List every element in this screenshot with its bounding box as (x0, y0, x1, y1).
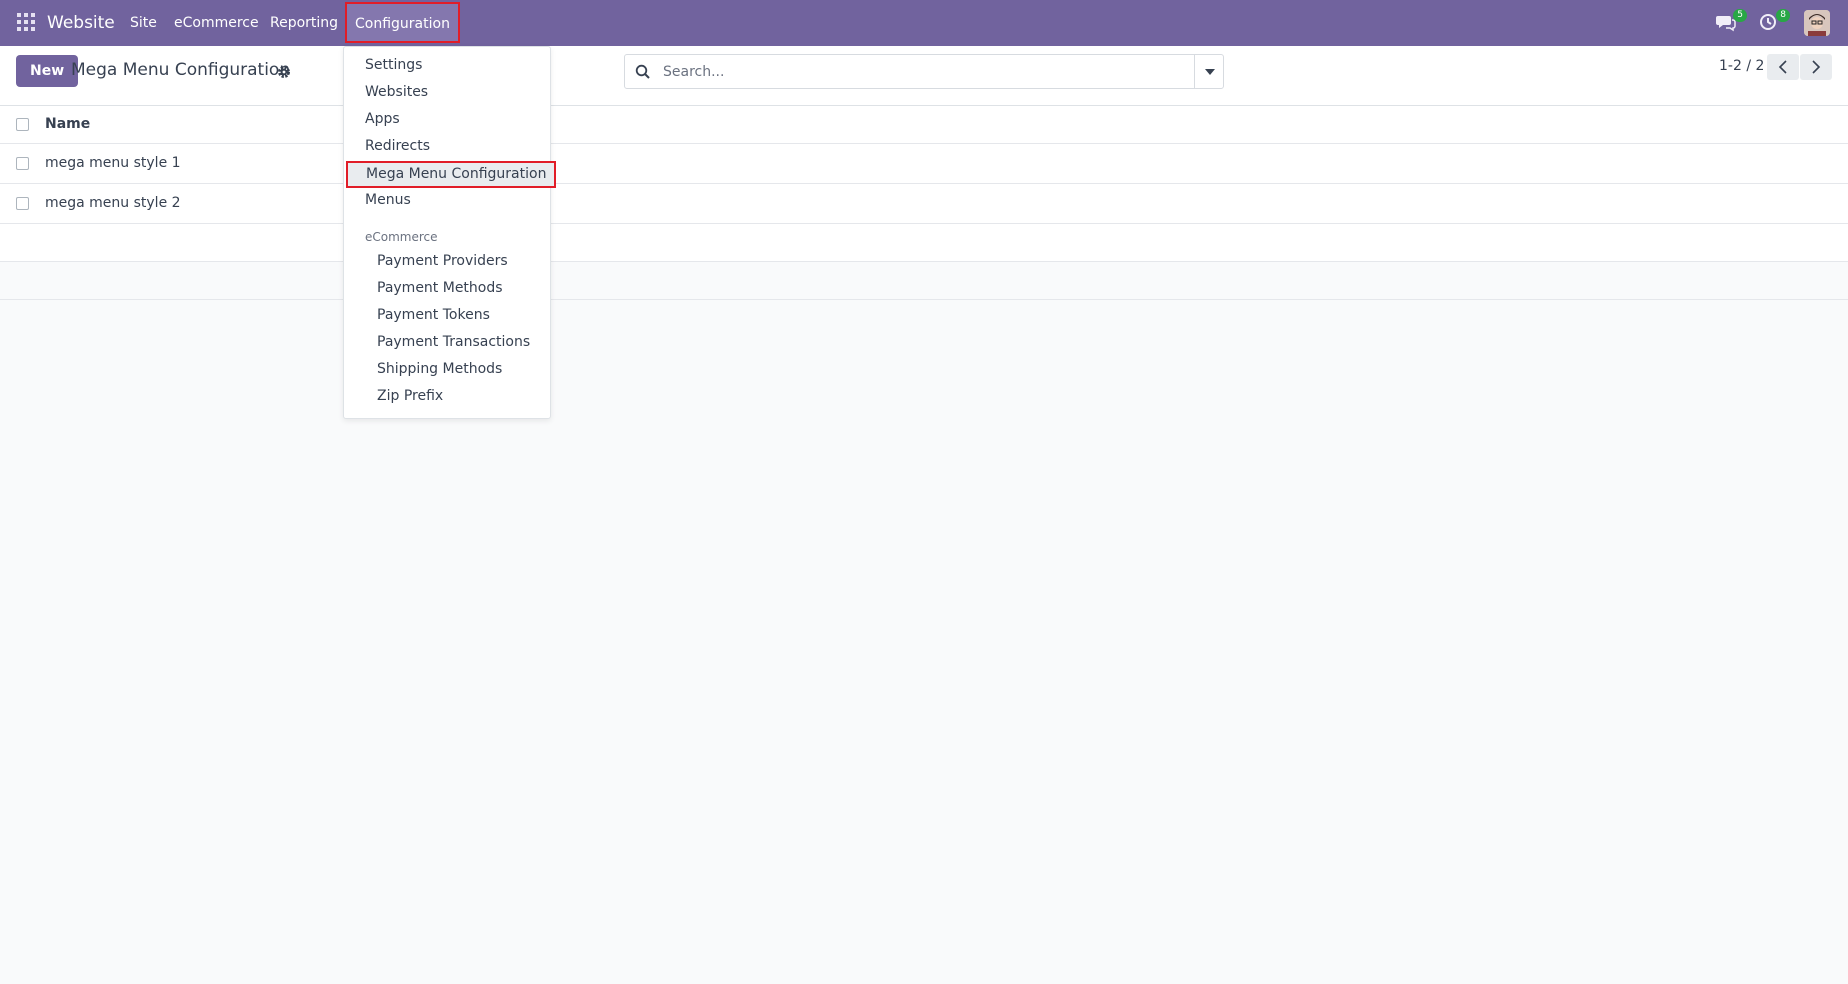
messages-badge: 5 (1733, 9, 1747, 22)
gear-icon[interactable] (276, 64, 292, 80)
user-avatar[interactable] (1804, 10, 1830, 36)
apps-grid-icon[interactable] (17, 13, 35, 31)
menu-item-menus[interactable]: Menus (365, 192, 411, 208)
menu-item-redirects[interactable]: Redirects (365, 138, 430, 154)
empty-row (0, 224, 1848, 262)
page-title: Mega Menu Configuration (71, 60, 291, 80)
list-header: Name (0, 106, 1848, 144)
search-options-toggle[interactable] (1194, 55, 1223, 88)
search-input[interactable] (661, 55, 1181, 88)
user-avatar-icon (1804, 10, 1830, 36)
select-all-checkbox[interactable] (16, 118, 29, 131)
pager-value[interactable]: 1-2 / 2 (1719, 58, 1764, 74)
top-navbar: Website Site eCommerce Reporting Configu… (0, 0, 1848, 46)
menu-item-payment-providers[interactable]: Payment Providers (377, 253, 508, 269)
search-icon (635, 64, 650, 79)
configuration-dropdown: Settings Websites Apps Redirects Mega Me… (343, 46, 556, 419)
menu-item-payment-tokens[interactable]: Payment Tokens (377, 307, 490, 323)
nav-item-reporting[interactable]: Reporting (270, 0, 338, 46)
row-checkbox[interactable] (16, 157, 29, 170)
nav-item-configuration[interactable]: Configuration (345, 2, 460, 43)
app-brand[interactable]: Website (47, 0, 115, 46)
list-view: Name mega menu style 1 mega menu style 2 (0, 106, 1848, 300)
chevron-left-icon (1778, 60, 1787, 74)
new-button[interactable]: New (16, 55, 79, 87)
menu-section-ecommerce: eCommerce (365, 230, 438, 244)
activities-badge: 8 (1776, 9, 1790, 22)
row-checkbox[interactable] (16, 197, 29, 210)
control-panel: New Mega Menu Configuration 1-2 / 2 (0, 46, 1848, 106)
messages-button[interactable]: 5 (1715, 9, 1747, 35)
nav-item-site[interactable]: Site (130, 0, 157, 46)
pager-previous-button[interactable] (1767, 54, 1799, 80)
menu-item-settings[interactable]: Settings (365, 57, 422, 73)
search-box (624, 54, 1224, 89)
table-row[interactable]: mega menu style 1 (0, 144, 1848, 184)
menu-item-zip-prefix[interactable]: Zip Prefix (377, 388, 443, 404)
chevron-right-icon (1812, 60, 1821, 74)
menu-item-apps[interactable]: Apps (365, 111, 400, 127)
nav-item-ecommerce[interactable]: eCommerce (174, 0, 259, 46)
row-name-cell[interactable]: mega menu style 2 (45, 195, 181, 211)
menu-item-payment-methods[interactable]: Payment Methods (377, 280, 503, 296)
empty-row (0, 262, 1848, 300)
table-row[interactable]: mega menu style 2 (0, 184, 1848, 224)
menu-item-payment-transactions[interactable]: Payment Transactions (377, 334, 530, 350)
row-name-cell[interactable]: mega menu style 1 (45, 155, 181, 171)
pager-next-button[interactable] (1800, 54, 1832, 80)
column-header-name[interactable]: Name (45, 116, 90, 132)
activities-button[interactable]: 8 (1758, 9, 1790, 35)
menu-item-shipping-methods[interactable]: Shipping Methods (377, 361, 502, 377)
menu-item-websites[interactable]: Websites (365, 84, 428, 100)
caret-down-icon (1205, 69, 1215, 75)
menu-item-mega-menu-configuration[interactable]: Mega Menu Configuration (346, 161, 556, 188)
